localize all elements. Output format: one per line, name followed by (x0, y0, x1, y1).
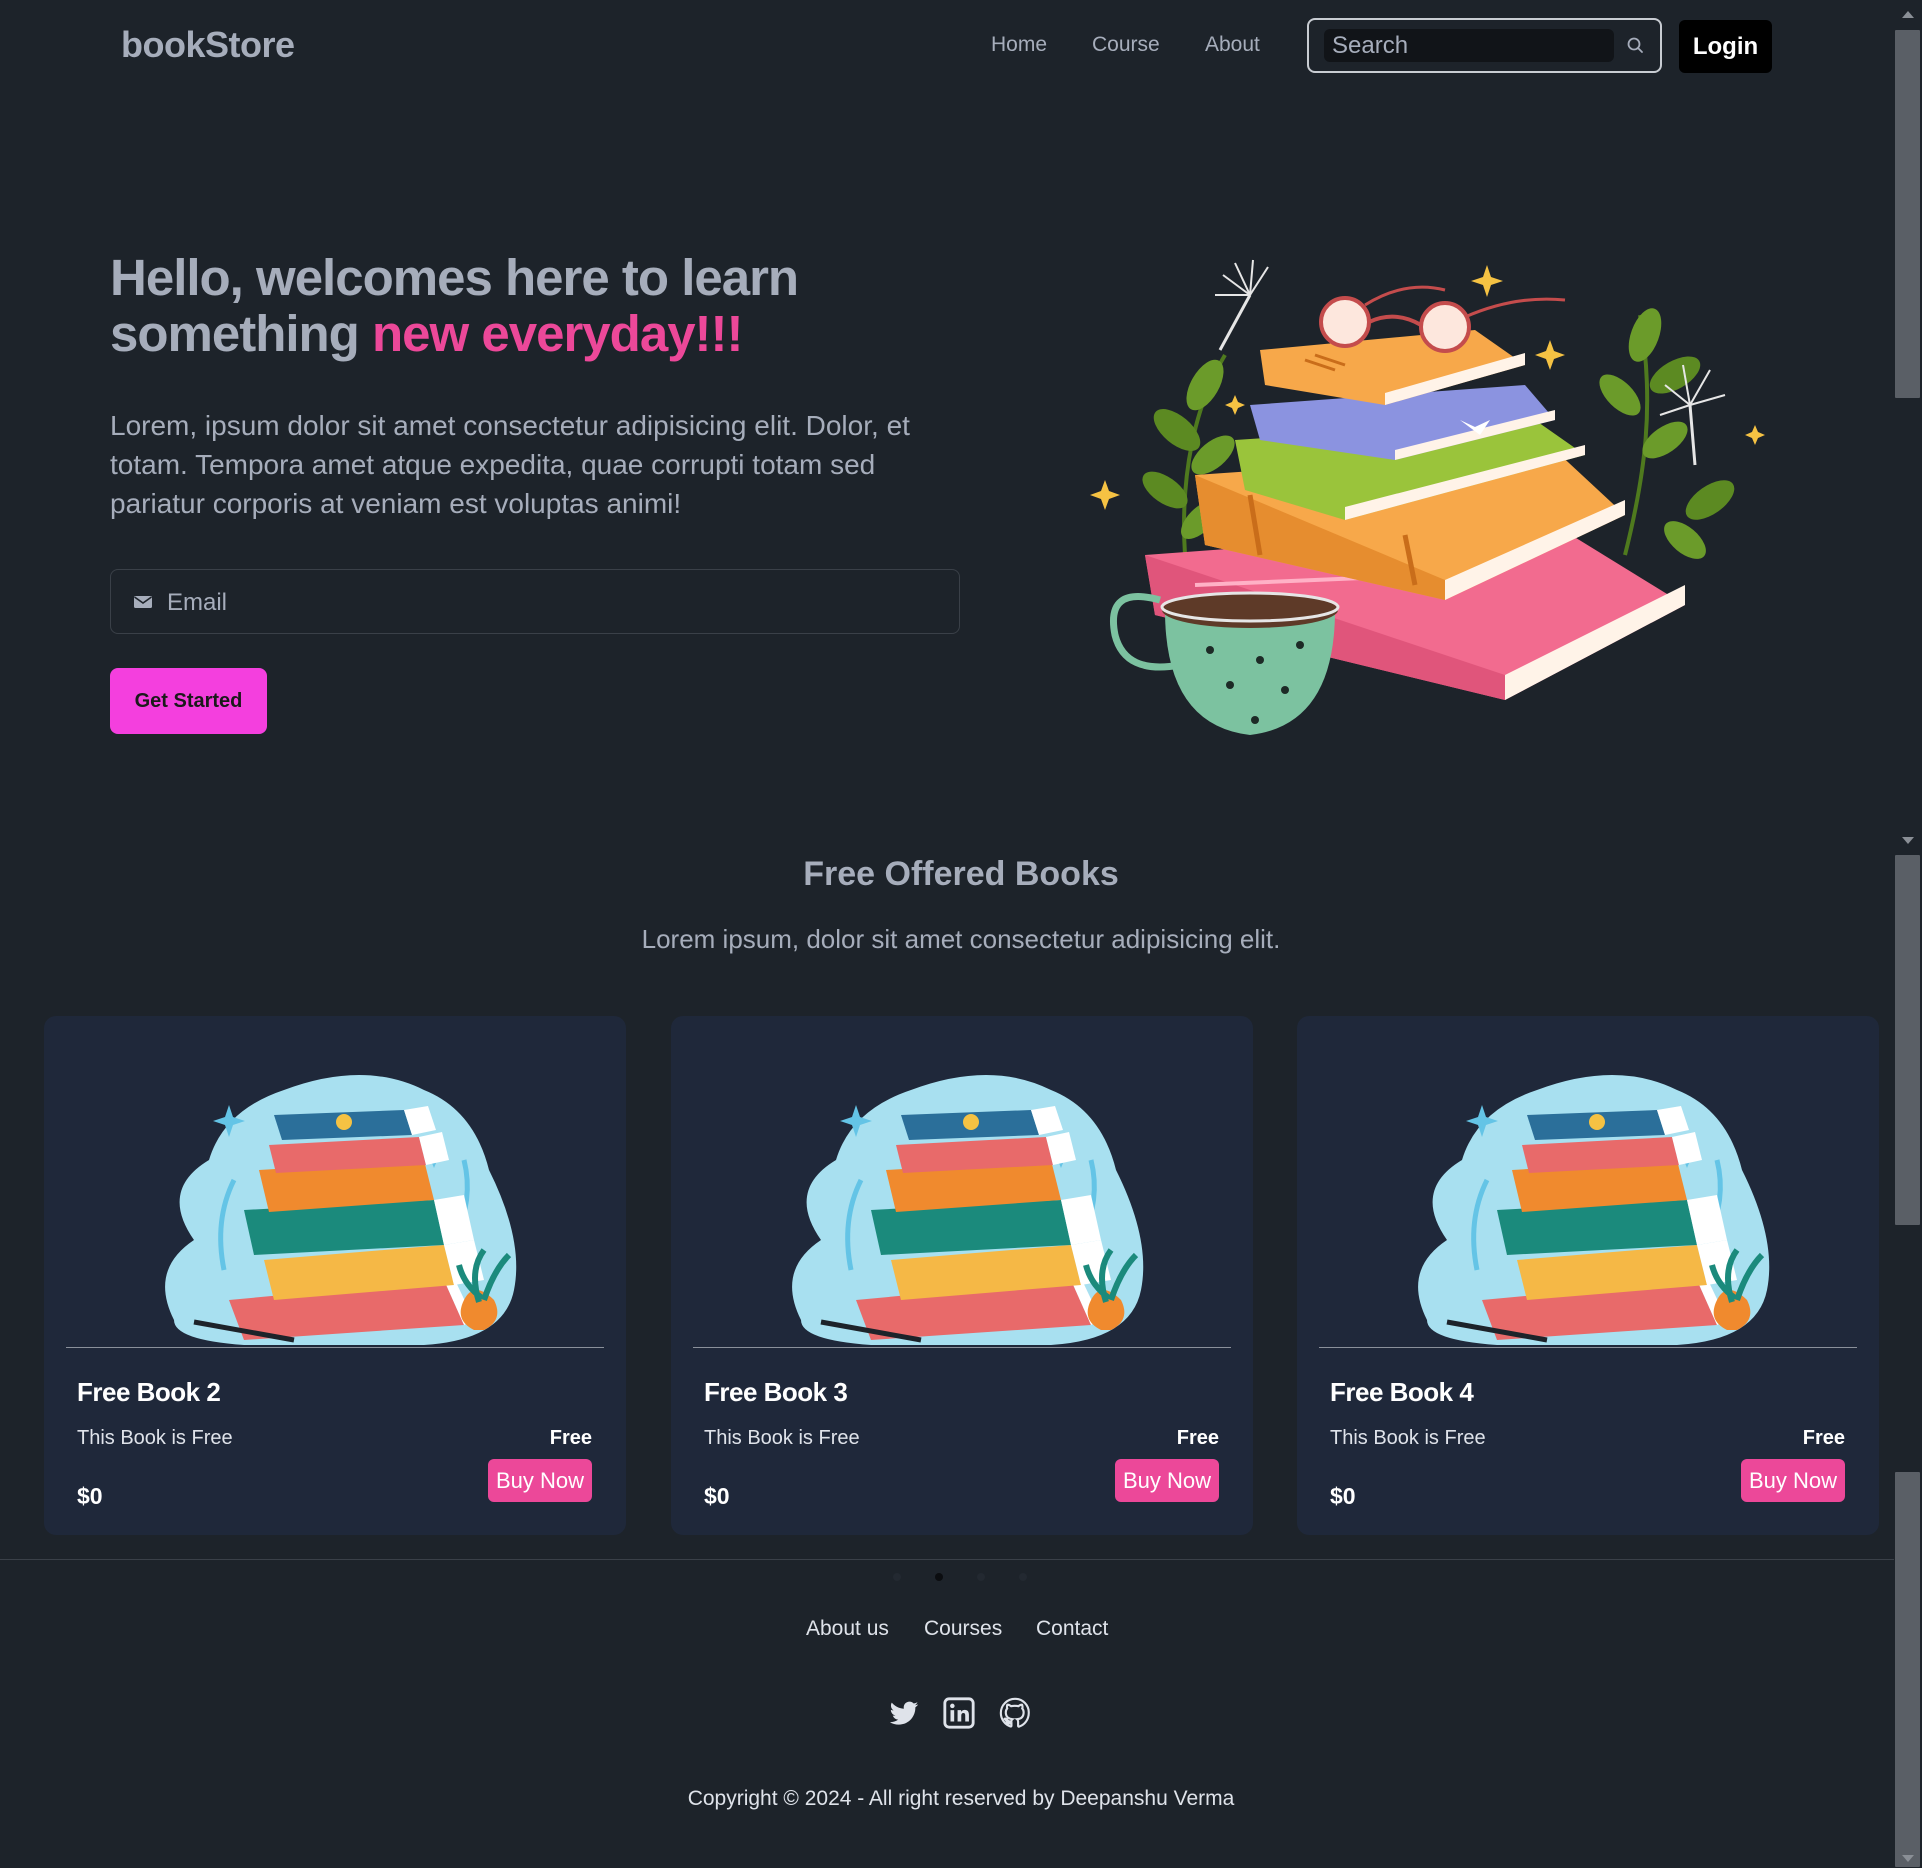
card-divider (1319, 1347, 1857, 1348)
books-coffee-illustration (1090, 259, 1765, 735)
envelope-icon (134, 596, 152, 608)
book-stack-illustration (1418, 1075, 1770, 1345)
book-description: This Book is Free (1330, 1427, 1486, 1449)
email-input[interactable] (165, 582, 929, 624)
free-badge: Free (1802, 1427, 1845, 1449)
card-divider (693, 1347, 1231, 1348)
book-card[interactable]: Free Book 2 This Book is Free Free $0 Buy No… (44, 1016, 626, 1535)
footer-link-contact[interactable]: Contact (1036, 1617, 1108, 1641)
search-box (1307, 18, 1662, 73)
book-title: Free Book 3 (704, 1377, 848, 1407)
nav-link-about[interactable]: About (1205, 33, 1260, 57)
carousel-dot[interactable] (893, 1573, 901, 1581)
twitter-icon[interactable] (887, 1696, 921, 1730)
footer-link-courses[interactable]: Courses (924, 1617, 1002, 1641)
scroll-down-arrow[interactable] (1902, 1855, 1914, 1862)
section-subtitle: Lorem ipsum, dolor sit amet consectetur … (641, 924, 1281, 954)
book-price: $0 (77, 1483, 103, 1509)
book-stack-illustration (165, 1075, 517, 1345)
book-stack-illustration (792, 1075, 1144, 1345)
get-started-button[interactable]: Get Started (110, 668, 267, 734)
book-card[interactable]: Free Book 3 This Book is Free Free $0 Buy No… (671, 1016, 1253, 1535)
scrollbar-thumb[interactable] (1895, 1472, 1920, 1867)
carousel-dot[interactable] (1019, 1573, 1027, 1581)
book-description: This Book is Free (704, 1427, 860, 1449)
book-title: Free Book 2 (77, 1377, 221, 1407)
carousel-dots (893, 1573, 1029, 1583)
section-title: Free Offered Books (803, 855, 1119, 893)
scroll-down-arrow[interactable] (1902, 837, 1914, 844)
buy-now-button[interactable]: Buy Now (1115, 1459, 1219, 1502)
login-button[interactable]: Login (1679, 20, 1772, 73)
book-description: This Book is Free (77, 1427, 233, 1449)
buy-now-button[interactable]: Buy Now (1741, 1459, 1845, 1502)
navbar: bookStore Home Course About Login (0, 0, 1894, 92)
carousel-dot-active[interactable] (935, 1573, 943, 1581)
buy-now-button[interactable]: Buy Now (488, 1459, 592, 1502)
nav-link-course[interactable]: Course (1092, 33, 1160, 57)
copyright: Copyright © 2024 - All right reserved by… (687, 1787, 1235, 1810)
book-card[interactable]: Free Book 4 This Book is Free Free $0 Buy No… (1297, 1016, 1879, 1535)
scrollbar-thumb[interactable] (1895, 30, 1920, 398)
footer-link-about[interactable]: About us (806, 1617, 889, 1641)
scrollbar-thumb[interactable] (1895, 855, 1920, 1225)
footer-divider (0, 1559, 1894, 1560)
book-price: $0 (1330, 1483, 1356, 1509)
page: bookStore Home Course About Login Hello,… (0, 0, 1894, 1868)
free-badge: Free (1176, 1427, 1219, 1449)
book-title: Free Book 4 (1330, 1377, 1474, 1407)
search-input[interactable] (1324, 29, 1614, 62)
nav-link-home[interactable]: Home (991, 33, 1047, 57)
email-field (110, 569, 960, 634)
brand-logo[interactable]: bookStore (121, 24, 295, 66)
search-icon[interactable] (1625, 35, 1647, 57)
hero-text: Lorem, ipsum dolor sit amet consectetur … (110, 410, 910, 519)
hero-title: Hello, welcomes here to learn something … (110, 250, 910, 362)
scroll-up-arrow[interactable] (1902, 11, 1914, 18)
book-price: $0 (704, 1483, 730, 1509)
scrollbar-top[interactable] (1894, 0, 1922, 845)
github-icon[interactable] (998, 1696, 1032, 1730)
scrollbar-bottom[interactable] (1894, 855, 1922, 1868)
card-divider (66, 1347, 604, 1348)
free-badge: Free (549, 1427, 592, 1449)
carousel-dot[interactable] (977, 1573, 985, 1581)
linkedin-icon[interactable] (942, 1696, 976, 1730)
hero-title-accent: new everyday!!! (372, 305, 743, 362)
